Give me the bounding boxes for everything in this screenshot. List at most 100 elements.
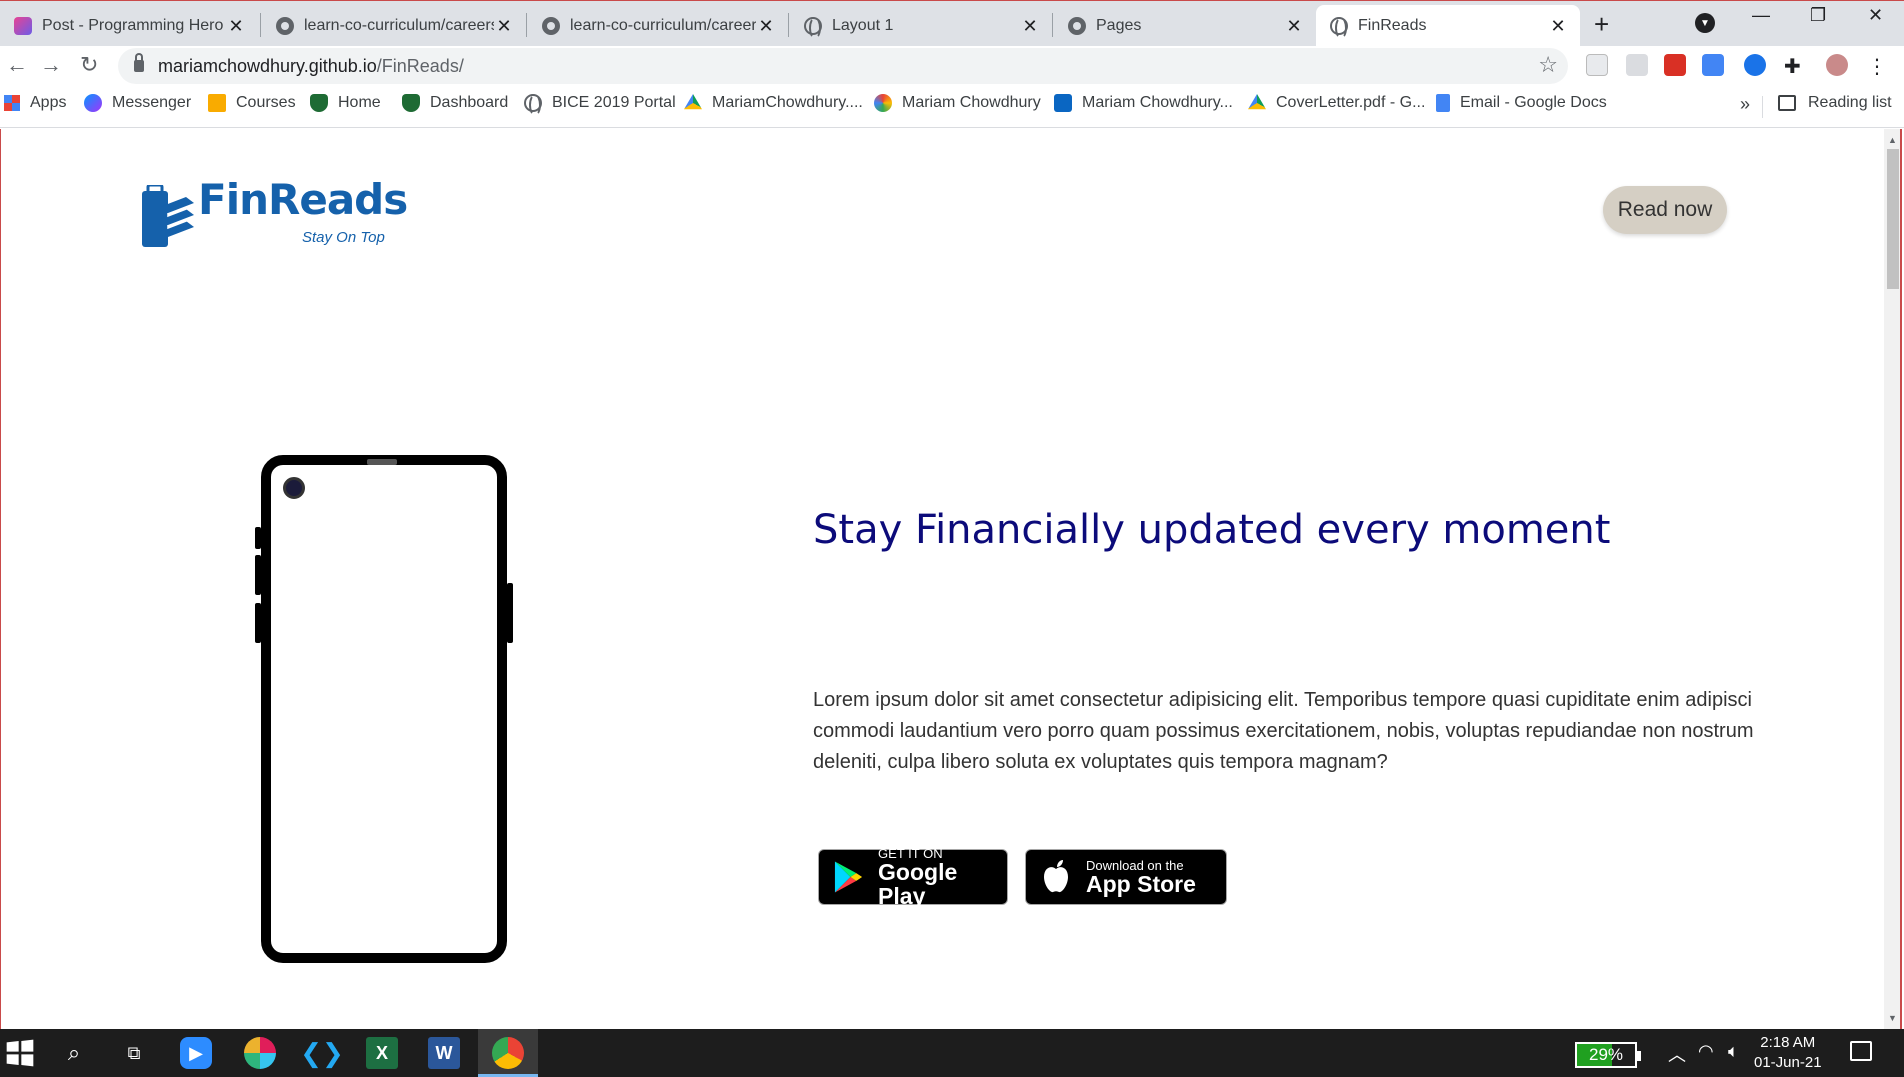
google-drive-icon bbox=[1248, 94, 1266, 110]
tab-learn-co-1[interactable]: learn-co-curriculum/careers ✕ bbox=[262, 5, 526, 47]
bookmark-courses[interactable]: Courses bbox=[208, 94, 296, 112]
more-bookmarks-icon[interactable]: » bbox=[1740, 94, 1750, 115]
globe-icon bbox=[804, 17, 822, 39]
bookmark-bice-portal[interactable]: BICE 2019 Portal bbox=[524, 94, 676, 116]
bookmark-label: Mariam Chowdhury... bbox=[1082, 94, 1233, 111]
extension-red-icon[interactable] bbox=[1664, 54, 1686, 76]
slack-icon[interactable] bbox=[244, 1037, 276, 1069]
close-icon[interactable]: ✕ bbox=[494, 16, 514, 37]
bookmark-messenger[interactable]: Messenger bbox=[84, 94, 191, 112]
excel-icon[interactable]: X bbox=[366, 1037, 398, 1069]
wifi-icon[interactable]: ◠ bbox=[1698, 1041, 1714, 1062]
finreads-logo[interactable]: FinReads Stay On Top bbox=[140, 175, 408, 255]
globe-icon bbox=[524, 94, 542, 116]
menu-kebab-icon[interactable]: ⋮ bbox=[1866, 54, 1888, 78]
back-icon[interactable]: ← bbox=[6, 52, 28, 78]
page-scrollbar[interactable]: ▲ ▼ bbox=[1884, 129, 1902, 1029]
close-icon[interactable]: ✕ bbox=[1020, 16, 1040, 37]
page-viewport: FinReads Stay On Top Read now Stay Finan… bbox=[0, 129, 1884, 1029]
tab-layout-1[interactable]: Layout 1 ✕ bbox=[790, 5, 1052, 47]
tab-programming-hero[interactable]: Post - Programming Hero ✕ bbox=[0, 5, 258, 47]
shield-icon bbox=[310, 94, 328, 112]
word-icon[interactable]: W bbox=[428, 1037, 460, 1069]
github-icon bbox=[542, 17, 560, 35]
globe-icon bbox=[1330, 17, 1348, 39]
reload-icon[interactable]: ↻ bbox=[80, 52, 98, 78]
forward-icon[interactable]: → bbox=[40, 52, 62, 78]
volume-icon[interactable]: 🔈︎ bbox=[1728, 1041, 1739, 1062]
github-icon bbox=[276, 17, 294, 35]
vscode-icon[interactable]: ❮❯ bbox=[300, 1037, 344, 1069]
notifications-icon[interactable] bbox=[1850, 1041, 1872, 1061]
apple-icon bbox=[1044, 860, 1068, 893]
minimize-icon[interactable]: — bbox=[1752, 5, 1770, 26]
address-bar[interactable]: mariamchowdhury.github.io/FinReads/ ☆ bbox=[118, 48, 1568, 84]
search-icon[interactable]: ⌕ bbox=[58, 1037, 90, 1069]
hero-headline: Stay Financially updated every moment bbox=[813, 507, 1611, 553]
windows-taskbar: ⌕ ⧉ ▶ ❮❯ X W 29% ︿ ◠ 🔈︎ 2:18 AM 01-Jun-2… bbox=[0, 1029, 1904, 1077]
scroll-up-icon[interactable]: ▲ bbox=[1888, 135, 1897, 145]
read-now-button[interactable]: Read now bbox=[1603, 186, 1727, 234]
windows-start-icon[interactable] bbox=[4, 1037, 36, 1069]
bookmarks-bar: Apps Messenger Courses Home Dashboard BI… bbox=[0, 86, 1904, 128]
bookmark-drive-mariam[interactable]: MariamChowdhury.... bbox=[684, 94, 863, 112]
bookmark-label: Home bbox=[338, 94, 381, 111]
bookmark-star-icon[interactable]: ☆ bbox=[1538, 52, 1558, 78]
profile-icon bbox=[874, 94, 892, 112]
bookmark-mariam-profile[interactable]: Mariam Chowdhury bbox=[874, 94, 1041, 112]
tab-divider bbox=[260, 13, 261, 37]
bookmark-email-docs[interactable]: Email - Google Docs bbox=[1436, 94, 1607, 112]
restore-icon[interactable]: ❐ bbox=[1810, 5, 1826, 26]
google-play-icon bbox=[834, 861, 863, 893]
close-icon[interactable]: ✕ bbox=[1284, 16, 1304, 37]
system-clock[interactable]: 2:18 AM 01-Jun-21 bbox=[1754, 1033, 1822, 1073]
battery-indicator[interactable]: 29% bbox=[1575, 1042, 1641, 1068]
tab-learn-co-2[interactable]: learn-co-curriculum/careers ✕ bbox=[528, 5, 788, 47]
zoom-icon[interactable]: ▶ bbox=[180, 1037, 212, 1069]
shield-icon bbox=[402, 94, 420, 112]
bookmark-dashboard[interactable]: Dashboard bbox=[402, 94, 508, 112]
apps-grid-icon bbox=[4, 95, 20, 111]
bookmark-coverletter[interactable]: CoverLetter.pdf - G... bbox=[1248, 94, 1425, 112]
google-play-button[interactable]: GET IT ON Google Play bbox=[818, 847, 1008, 908]
new-tab-icon[interactable]: + bbox=[1594, 9, 1609, 40]
clock-time: 2:18 AM bbox=[1760, 1034, 1816, 1051]
tab-search-icon[interactable]: ▼ bbox=[1695, 13, 1715, 33]
chrome-icon[interactable] bbox=[492, 1037, 524, 1069]
app-store-small-text: Download on the bbox=[1086, 857, 1184, 873]
close-icon[interactable]: ✕ bbox=[226, 16, 246, 37]
url-path: /FinReads/ bbox=[376, 55, 464, 76]
phone-speaker bbox=[367, 459, 397, 465]
bookmark-apps[interactable]: Apps bbox=[4, 94, 66, 112]
tab-finreads[interactable]: FinReads ✕ bbox=[1316, 5, 1580, 47]
eyedropper-icon[interactable] bbox=[1626, 54, 1648, 76]
clock-date: 01-Jun-21 bbox=[1754, 1054, 1822, 1071]
bookmark-label: Courses bbox=[236, 94, 296, 111]
show-hidden-icons-icon[interactable]: ︿ bbox=[1668, 1041, 1686, 1067]
react-devtools-icon[interactable] bbox=[1586, 54, 1608, 76]
tab-title: FinReads bbox=[1358, 17, 1427, 34]
programming-hero-icon bbox=[14, 17, 32, 35]
scroll-thumb[interactable] bbox=[1887, 149, 1899, 289]
bookmark-label: Messenger bbox=[112, 94, 192, 111]
bookmark-home[interactable]: Home bbox=[310, 94, 381, 112]
messenger-icon bbox=[84, 94, 102, 112]
close-icon[interactable]: ✕ bbox=[1548, 16, 1568, 37]
phone-side-button bbox=[255, 603, 261, 643]
bookmark-linkedin[interactable]: Mariam Chowdhury... bbox=[1054, 94, 1233, 112]
lock-icon[interactable] bbox=[134, 53, 144, 72]
phone-camera-icon bbox=[283, 477, 305, 499]
profile-avatar[interactable] bbox=[1826, 54, 1848, 76]
close-window-icon[interactable]: ✕ bbox=[1868, 5, 1883, 26]
extension-rocket-icon[interactable] bbox=[1744, 54, 1766, 76]
close-icon[interactable]: ✕ bbox=[756, 16, 776, 37]
task-view-icon[interactable]: ⧉ bbox=[118, 1037, 150, 1069]
app-store-big-text: App Store bbox=[1086, 870, 1196, 897]
google-translate-icon[interactable] bbox=[1702, 54, 1724, 76]
app-store-button[interactable]: Download on the App Store bbox=[1025, 849, 1227, 905]
scroll-down-icon[interactable]: ▼ bbox=[1888, 1013, 1897, 1023]
browser-toolbar: ← → ↻ mariamchowdhury.github.io/FinReads… bbox=[0, 46, 1904, 86]
extensions-puzzle-icon[interactable]: ✚ bbox=[1784, 54, 1806, 78]
reading-list-button[interactable]: Reading list bbox=[1778, 94, 1892, 112]
tab-pages[interactable]: Pages ✕ bbox=[1054, 5, 1316, 47]
